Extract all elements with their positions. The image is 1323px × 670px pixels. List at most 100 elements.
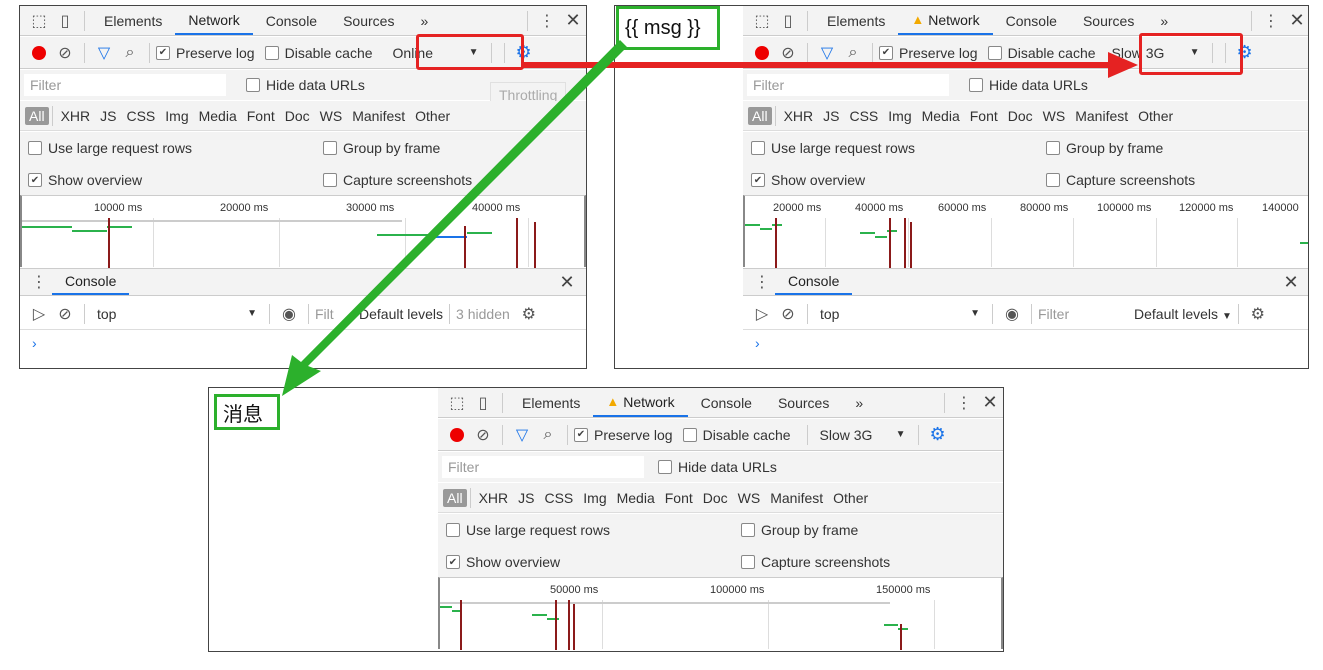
more-tabs-button[interactable]: » xyxy=(1147,6,1181,35)
type-ws[interactable]: WS xyxy=(1038,108,1071,124)
large-rows-checkbox[interactable]: Use large request rows xyxy=(446,522,731,538)
type-img[interactable]: Img xyxy=(160,108,193,124)
search-icon[interactable]: ⌕ xyxy=(535,422,561,448)
type-xhr[interactable]: XHR xyxy=(779,108,819,124)
clear-icon[interactable]: ⊘ xyxy=(775,40,801,66)
filter-input[interactable]: Filter xyxy=(747,74,949,96)
kebab-menu-icon[interactable]: ⋮ xyxy=(534,8,560,34)
disable-cache-checkbox[interactable]: Disable cache xyxy=(682,427,791,443)
drawer-menu-icon[interactable]: ⋮ xyxy=(26,269,52,295)
tab-console[interactable]: Console xyxy=(253,6,330,35)
context-select[interactable]: top ▼ xyxy=(814,301,986,327)
clear-console-icon[interactable]: ⊘ xyxy=(52,301,78,327)
clear-console-icon[interactable]: ⊘ xyxy=(775,301,801,327)
type-xhr[interactable]: XHR xyxy=(56,108,96,124)
search-icon[interactable]: ⌕ xyxy=(117,40,143,66)
type-img[interactable]: Img xyxy=(578,490,611,506)
type-css[interactable]: CSS xyxy=(844,108,883,124)
type-js[interactable]: JS xyxy=(513,490,539,506)
filter-funnel-icon[interactable]: ▽ xyxy=(814,40,840,66)
tab-sources[interactable]: Sources xyxy=(1070,6,1147,35)
filter-input[interactable]: Filter xyxy=(24,74,226,96)
hide-data-urls-checkbox[interactable]: Hide data URLs xyxy=(246,77,365,93)
preserve-log-checkbox[interactable]: ✔ Preserve log xyxy=(574,427,673,443)
type-media[interactable]: Media xyxy=(194,108,242,124)
more-tabs-button[interactable]: » xyxy=(407,6,441,35)
type-css[interactable]: CSS xyxy=(121,108,160,124)
type-font[interactable]: Font xyxy=(660,490,698,506)
group-by-frame-checkbox[interactable]: Group by frame xyxy=(741,522,858,538)
type-js[interactable]: JS xyxy=(818,108,844,124)
type-other[interactable]: Other xyxy=(410,108,455,124)
log-levels-select[interactable]: Default levels ▼ xyxy=(1134,306,1232,322)
type-all[interactable]: All xyxy=(25,106,49,125)
drawer-tab-console[interactable]: Console xyxy=(52,269,130,295)
capture-screenshots-checkbox[interactable]: Capture screenshots xyxy=(323,172,472,188)
device-toolbar-icon[interactable]: ▯ xyxy=(470,390,496,416)
type-other[interactable]: Other xyxy=(1133,108,1178,124)
tab-network[interactable]: Network xyxy=(175,6,253,35)
capture-screenshots-checkbox[interactable]: Capture screenshots xyxy=(741,554,890,570)
type-ws[interactable]: WS xyxy=(315,108,348,124)
tab-sources[interactable]: Sources xyxy=(765,388,842,417)
close-drawer-icon[interactable]: ✕ xyxy=(554,269,580,295)
type-all[interactable]: All xyxy=(443,488,467,507)
close-icon[interactable]: ✕ xyxy=(1284,8,1308,34)
group-by-frame-checkbox[interactable]: Group by frame xyxy=(1046,140,1163,156)
context-select[interactable]: top ▼ xyxy=(91,301,263,327)
disable-cache-checkbox[interactable]: Disable cache xyxy=(264,45,373,61)
console-settings-icon[interactable]: ⚙ xyxy=(516,301,542,327)
tab-sources[interactable]: Sources xyxy=(330,6,407,35)
console-prompt[interactable]: › xyxy=(743,335,760,351)
type-js[interactable]: JS xyxy=(95,108,121,124)
type-media[interactable]: Media xyxy=(917,108,965,124)
log-levels-select[interactable]: Default levels xyxy=(359,306,443,322)
type-font[interactable]: Font xyxy=(242,108,280,124)
sidebar-toggle-icon[interactable]: ▷ xyxy=(26,301,52,327)
type-media[interactable]: Media xyxy=(612,490,660,506)
close-drawer-icon[interactable]: ✕ xyxy=(1278,269,1304,295)
console-settings-icon[interactable]: ⚙ xyxy=(1245,301,1271,327)
type-doc[interactable]: Doc xyxy=(280,108,315,124)
device-toolbar-icon[interactable]: ▯ xyxy=(52,8,78,34)
type-other[interactable]: Other xyxy=(828,490,873,506)
type-css[interactable]: CSS xyxy=(539,490,578,506)
search-icon[interactable]: ⌕ xyxy=(840,40,866,66)
show-overview-checkbox[interactable]: ✔ Show overview xyxy=(446,554,731,570)
type-manifest[interactable]: Manifest xyxy=(1070,108,1133,124)
large-rows-checkbox[interactable]: Use large request rows xyxy=(751,140,1036,156)
console-filter-input[interactable]: Filt xyxy=(315,306,355,322)
inspect-element-icon[interactable]: ⬚ xyxy=(444,390,470,416)
show-overview-checkbox[interactable]: ✔ Show overview xyxy=(751,172,1036,188)
sidebar-toggle-icon[interactable]: ▷ xyxy=(749,301,775,327)
drawer-tab-console[interactable]: Console xyxy=(775,269,853,295)
inspect-element-icon[interactable]: ⬚ xyxy=(749,8,775,34)
type-font[interactable]: Font xyxy=(965,108,1003,124)
kebab-menu-icon[interactable]: ⋮ xyxy=(951,390,977,416)
type-doc[interactable]: Doc xyxy=(698,490,733,506)
type-img[interactable]: Img xyxy=(883,108,916,124)
close-icon[interactable]: ✕ xyxy=(560,8,586,34)
console-prompt[interactable]: › xyxy=(20,335,37,351)
filter-funnel-icon[interactable]: ▽ xyxy=(509,422,535,448)
disable-cache-checkbox[interactable]: Disable cache xyxy=(987,45,1096,61)
type-doc[interactable]: Doc xyxy=(1003,108,1038,124)
kebab-menu-icon[interactable]: ⋮ xyxy=(1258,8,1284,34)
group-by-frame-checkbox[interactable]: Group by frame xyxy=(323,140,440,156)
clear-icon[interactable]: ⊘ xyxy=(470,422,496,448)
eye-icon[interactable]: ◉ xyxy=(999,301,1025,327)
tab-network[interactable]: ▲ Network xyxy=(898,6,993,35)
tab-elements[interactable]: Elements xyxy=(91,6,175,35)
tab-network[interactable]: ▲ Network xyxy=(593,388,688,417)
hide-data-urls-checkbox[interactable]: Hide data URLs xyxy=(969,77,1088,93)
preserve-log-checkbox[interactable]: ✔ Preserve log xyxy=(156,45,255,61)
type-xhr[interactable]: XHR xyxy=(474,490,514,506)
record-button[interactable] xyxy=(26,40,52,66)
clear-icon[interactable]: ⊘ xyxy=(52,40,78,66)
more-tabs-button[interactable]: » xyxy=(842,388,876,417)
inspect-element-icon[interactable]: ⬚ xyxy=(26,8,52,34)
filter-funnel-icon[interactable]: ▽ xyxy=(91,40,117,66)
type-manifest[interactable]: Manifest xyxy=(347,108,410,124)
settings-gear-icon[interactable]: ⚙ xyxy=(925,422,951,448)
show-overview-checkbox[interactable]: ✔ Show overview xyxy=(28,172,313,188)
